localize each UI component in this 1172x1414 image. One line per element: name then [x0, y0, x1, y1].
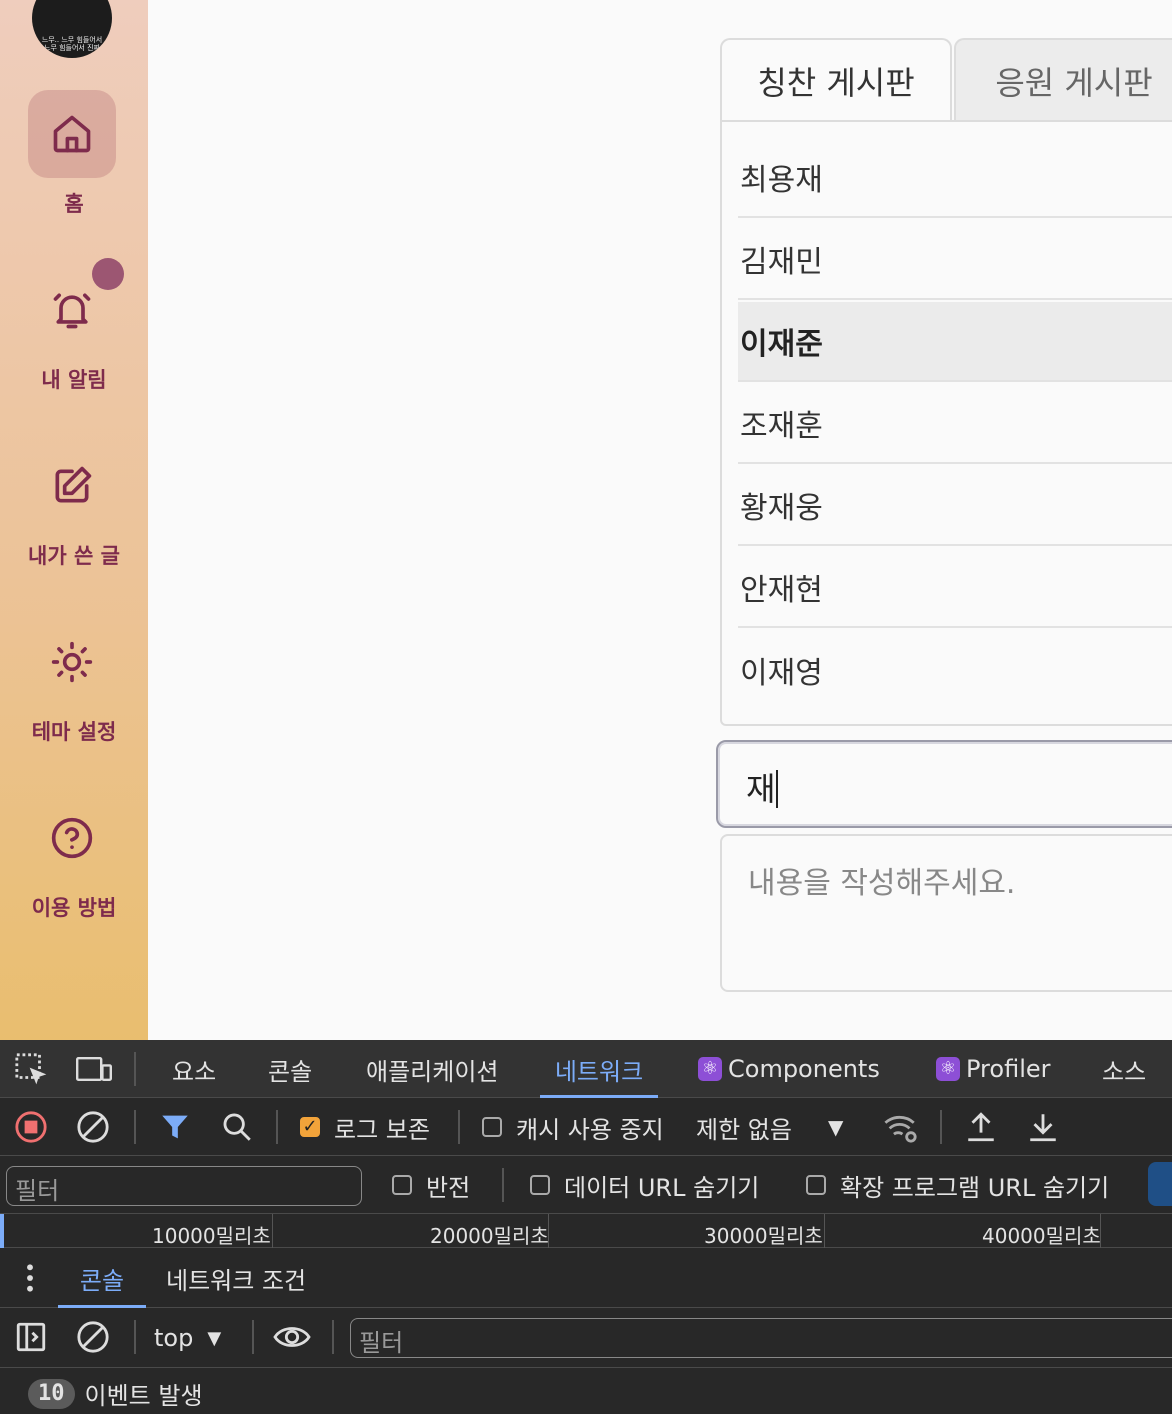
- question-icon: [28, 794, 116, 882]
- tab-elements[interactable]: 요소: [172, 1040, 216, 1098]
- tab-components[interactable]: ⚛ Components: [698, 1040, 880, 1098]
- list-item[interactable]: 황재웅: [738, 466, 1172, 546]
- filter-type-chip[interactable]: [1148, 1162, 1172, 1206]
- content-textarea[interactable]: 내용을 작성해주세요.: [720, 834, 1172, 992]
- chevron-down-icon: ▼: [827, 1115, 844, 1139]
- content-placeholder: 내용을 작성해주세요.: [748, 866, 1016, 901]
- list-item[interactable]: 조재훈: [738, 384, 1172, 464]
- edit-icon: [28, 442, 116, 530]
- text-caret: [776, 770, 779, 808]
- eye-icon[interactable]: [272, 1320, 312, 1354]
- network-filter-input[interactable]: 필터: [6, 1166, 362, 1206]
- devtools-tab-bar: 요소 콘솔 애플리케이션 네트워크 ⚛ Components ⚛ Profiler …: [0, 1040, 1172, 1098]
- home-icon: [28, 90, 116, 178]
- timeline-tick: 20000밀리초: [430, 1224, 549, 1248]
- clear-console-icon[interactable]: [76, 1320, 110, 1354]
- export-har-icon[interactable]: [1026, 1110, 1060, 1144]
- sidebar-item-label: 내 알림: [41, 368, 107, 392]
- drawer-tab-network-conditions[interactable]: 네트워크 조건: [166, 1248, 306, 1308]
- recipient-name-input[interactable]: 재: [716, 740, 1172, 828]
- tab-sources[interactable]: 소스: [1102, 1040, 1146, 1098]
- inspect-element-icon[interactable]: [14, 1052, 48, 1086]
- list-item[interactable]: 이재영: [738, 630, 1172, 710]
- avatar[interactable]: 느무.. 느무 힘들어서 느무 힘들어서 진짜: [32, 0, 112, 58]
- sidebar-item-label: 테마 설정: [31, 720, 117, 744]
- clear-icon[interactable]: [76, 1110, 110, 1144]
- sidebar-item-label: 내가 쓴 글: [28, 544, 120, 568]
- console-toolbar: top ▼ 필터: [0, 1308, 1172, 1368]
- tab-profiler[interactable]: ⚛ Profiler: [936, 1040, 1051, 1098]
- context-select[interactable]: top ▼: [154, 1320, 221, 1356]
- sidebar-toggle-icon[interactable]: [14, 1320, 48, 1354]
- invert-checkbox[interactable]: 반전: [392, 1166, 470, 1204]
- sidebar-item-label: 홈: [64, 192, 84, 216]
- sun-icon: [28, 618, 116, 706]
- recipient-name-value: 재: [746, 770, 776, 808]
- devtools-panel: 요소 콘솔 애플리케이션 네트워크 ⚛ Components ⚛ Profiler …: [0, 1040, 1172, 1414]
- timeline-tick: 30000밀리초: [704, 1224, 823, 1248]
- timeline-tick: 40000밀리초: [982, 1224, 1101, 1248]
- check-icon: ✓: [300, 1117, 320, 1137]
- throttling-select[interactable]: 제한 없음 ▼: [696, 1108, 843, 1146]
- tab-application[interactable]: 애플리케이션: [366, 1040, 498, 1098]
- device-toolbar-icon[interactable]: [76, 1054, 112, 1084]
- avatar-caption: 느무.. 느무 힘들어서 느무 힘들어서 진짜: [41, 36, 103, 52]
- event-label: 이벤트 발생: [84, 1382, 203, 1410]
- tab-praise-board[interactable]: 칭찬 게시판: [720, 38, 952, 122]
- list-item[interactable]: 이재준: [738, 302, 1172, 382]
- search-icon[interactable]: [220, 1110, 254, 1144]
- network-conditions-icon[interactable]: [882, 1110, 920, 1144]
- event-count-row: 10 이벤트 발생: [28, 1376, 203, 1411]
- import-har-icon[interactable]: [964, 1110, 998, 1144]
- timeline-tick: 10000밀리초: [152, 1224, 271, 1248]
- sidebar: 느무.. 느무 힘들어서 느무 힘들어서 진짜 홈 내 알림 내가 쓴 글 테마…: [0, 0, 148, 1040]
- list-item[interactable]: 김재민: [738, 220, 1172, 300]
- network-timeline: 10000밀리초 20000밀리초 30000밀리초 40000밀리초: [0, 1214, 1172, 1248]
- board-tabs: 칭찬 게시판 응원 게시판: [720, 38, 1172, 122]
- record-stop-icon[interactable]: [14, 1110, 48, 1144]
- hide-extension-urls-checkbox[interactable]: 확장 프로그램 URL 숨기기: [806, 1166, 1109, 1204]
- preserve-log-checkbox[interactable]: ✓ 로그 보존: [300, 1108, 430, 1146]
- filter-funnel-icon[interactable]: [158, 1110, 192, 1144]
- network-filter-bar: 필터 반전 데이터 URL 숨기기 확장 프로그램 URL 숨기기: [0, 1156, 1172, 1214]
- more-options-icon[interactable]: [22, 1262, 38, 1294]
- sidebar-item-label: 이용 방법: [31, 896, 117, 920]
- list-item[interactable]: 최용재: [738, 138, 1172, 218]
- name-suggestion-list: 최용재 김재민 이재준 조재훈 황재웅 안재현 이재영: [720, 120, 1172, 726]
- event-count-badge: 10: [28, 1378, 75, 1409]
- console-filter-input[interactable]: 필터: [350, 1318, 1172, 1358]
- tab-network[interactable]: 네트워크: [540, 1040, 658, 1098]
- notification-badge: [92, 258, 124, 290]
- tab-cheer-board[interactable]: 응원 게시판: [954, 38, 1172, 122]
- list-item[interactable]: 안재현: [738, 548, 1172, 628]
- network-toolbar: ✓ 로그 보존 캐시 사용 중지 제한 없음 ▼: [0, 1098, 1172, 1156]
- react-icon: ⚛: [936, 1057, 960, 1081]
- drawer-tab-console[interactable]: 콘솔: [58, 1248, 146, 1308]
- disable-cache-checkbox[interactable]: 캐시 사용 중지: [482, 1108, 664, 1146]
- chevron-down-icon: ▼: [207, 1327, 222, 1349]
- drawer-tab-bar: 콘솔 네트워크 조건: [0, 1248, 1172, 1308]
- react-icon: ⚛: [698, 1057, 722, 1081]
- hide-data-urls-checkbox[interactable]: 데이터 URL 숨기기: [530, 1166, 759, 1204]
- tab-console[interactable]: 콘솔: [268, 1040, 312, 1098]
